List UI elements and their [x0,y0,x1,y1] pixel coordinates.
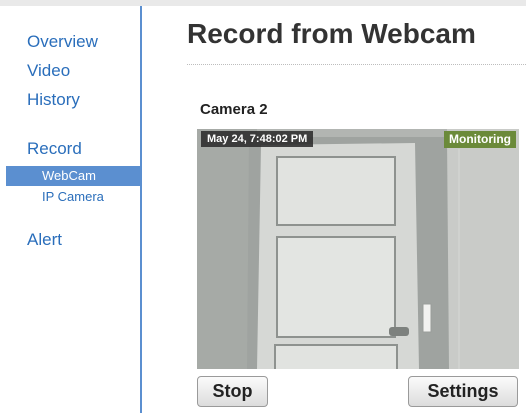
sidebar-item-history[interactable]: History [27,90,80,110]
page-title: Record from Webcam [187,18,476,49]
webcam-frame-image [197,129,519,369]
sidebar-item-ip-camera[interactable]: IP Camera [6,187,140,207]
sidebar-item-webcam[interactable]: WebCam [6,166,140,186]
settings-button[interactable]: Settings [408,376,518,407]
title-divider [187,64,526,65]
sidebar-item-alert[interactable]: Alert [27,230,62,250]
sidebar-item-record[interactable]: Record [27,139,82,159]
sidebar-item-overview[interactable]: Overview [27,32,98,52]
sidebar-item-video[interactable]: Video [27,61,70,81]
sidebar: Overview Video History Record WebCam IP … [0,6,142,413]
app-root: Overview Video History Record WebCam IP … [0,0,526,413]
main-content: Record from Webcam Camera 2 May 24, 7:48… [142,6,526,413]
stop-button[interactable]: Stop [197,376,268,407]
monitoring-status-badge: Monitoring [444,131,516,148]
webcam-video-feed[interactable]: May 24, 7:48:02 PM Monitoring [197,129,519,369]
camera-label: Camera 2 [200,101,268,118]
video-timestamp: May 24, 7:48:02 PM [201,131,314,147]
